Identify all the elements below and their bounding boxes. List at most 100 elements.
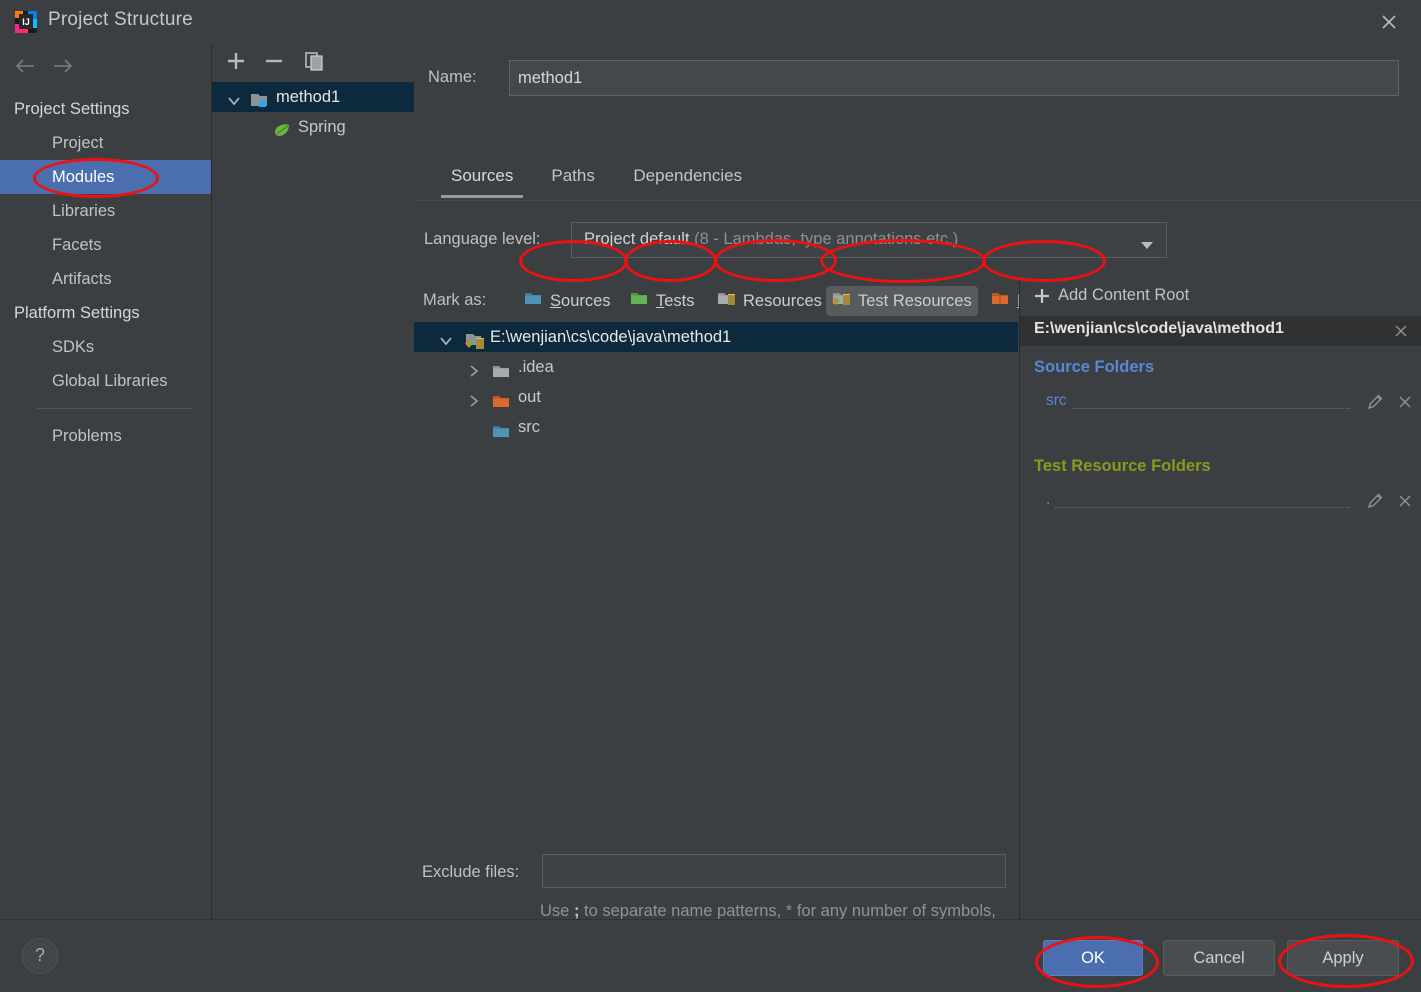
ok-button[interactable]: OK xyxy=(1043,940,1143,976)
tab-dependencies[interactable]: Dependencies xyxy=(631,162,744,198)
sidebar-item-libraries[interactable]: Libraries xyxy=(0,194,211,228)
content-root-folder-entry[interactable]: src xyxy=(1020,390,1421,416)
module-tree-item-label: Spring xyxy=(298,118,346,136)
module-name-row: Name: xyxy=(414,60,1421,100)
sidebar-item-problems[interactable]: Problems xyxy=(0,419,211,453)
add-content-root-button[interactable]: Add Content Root xyxy=(1020,278,1421,316)
tab-paths[interactable]: Paths xyxy=(549,162,596,198)
svg-text:IJ: IJ xyxy=(22,17,30,27)
sidebar-item-artifacts[interactable]: Artifacts xyxy=(0,262,211,296)
plus-icon xyxy=(1034,287,1050,310)
content-root-folder-name: . xyxy=(1046,491,1051,508)
mark-as-tests-button[interactable]: Tests xyxy=(624,286,701,316)
language-level-value-wrap: Project default (8 - Lambdas, type annot… xyxy=(584,230,958,249)
add-content-root-text: Add Content Root xyxy=(1058,286,1190,304)
language-level-select[interactable]: Project default (8 - Lambdas, type annot… xyxy=(571,222,1167,258)
settings-sidebar: Project Settings Project Modules Libraries F… xyxy=(0,44,212,919)
folder-excluded-icon xyxy=(991,290,1011,312)
close-icon[interactable] xyxy=(1396,393,1414,416)
sidebar-item-modules[interactable]: Modules xyxy=(0,160,211,194)
module-name-label: Name: xyxy=(428,68,477,86)
dotted-leader xyxy=(1055,506,1350,508)
pencil-icon[interactable] xyxy=(1366,492,1384,515)
file-tree-row[interactable]: src xyxy=(414,412,1018,442)
content-root-folder-name: src xyxy=(1046,392,1067,409)
close-icon[interactable] xyxy=(1396,492,1414,515)
help-button[interactable]: ? xyxy=(22,938,58,974)
sidebar-item-sdks[interactable]: SDKs xyxy=(0,330,211,364)
file-tree-row-label: src xyxy=(518,418,540,436)
module-tree-item[interactable]: method1 xyxy=(212,82,414,112)
tab-sources[interactable]: Sources xyxy=(440,162,524,198)
module-toolbar xyxy=(212,44,414,78)
apply-button[interactable]: Apply xyxy=(1287,940,1399,976)
sidebar-item-platform-settings: Platform Settings xyxy=(14,304,140,322)
chevron-down-icon xyxy=(1140,237,1154,255)
module-folder-icon xyxy=(250,89,268,107)
mark-as-test-resources-button[interactable]: Test Resources xyxy=(826,286,978,316)
exclude-files-input[interactable] xyxy=(542,854,1006,888)
language-level-row: Language level: Project default (8 - Lam… xyxy=(414,222,1421,260)
language-level-value: Project default xyxy=(584,230,690,248)
module-tree-item[interactable]: Spring xyxy=(212,112,414,142)
chevron-right-icon[interactable] xyxy=(466,389,482,407)
dialog-title-bar: IJ Project Structure xyxy=(0,0,1421,45)
sidebar-item-project[interactable]: Project xyxy=(0,126,211,160)
cancel-button[interactable]: Cancel xyxy=(1163,940,1275,976)
plus-icon[interactable] xyxy=(222,48,250,74)
file-tree-row-label: E:\wenjian\cs\code\java\method1 xyxy=(490,328,732,346)
exclude-files-label: Exclude files: xyxy=(422,863,520,881)
file-tree-row[interactable]: out xyxy=(414,382,1018,412)
folder-resources-icon xyxy=(717,290,737,312)
module-tab-bar: Sources Paths Dependencies xyxy=(414,154,1421,202)
file-tree-row[interactable]: .idea xyxy=(414,352,1018,382)
sidebar-nav-arrows xyxy=(0,44,211,88)
content-root-path: E:\wenjian\cs\code\java\method1 xyxy=(1034,320,1284,337)
content-roots-panel: Add Content Root E:\wenjian\cs\code\java… xyxy=(1019,278,1421,919)
chevron-right-icon[interactable] xyxy=(466,359,482,377)
project-structure-dialog: IJ Project Structure Project Settings Pro… xyxy=(0,0,1421,992)
file-tree-row-label: out xyxy=(518,388,541,406)
folder-gray-icon xyxy=(492,360,512,377)
chevron-down-icon[interactable] xyxy=(226,89,242,106)
copy-icon[interactable] xyxy=(300,48,328,74)
arrow-right-icon[interactable] xyxy=(50,54,76,78)
intellij-idea-logo-icon: IJ xyxy=(14,10,38,34)
content-file-tree: E:\wenjian\cs\code\java\method1 .idea out s… xyxy=(414,322,1018,862)
dotted-leader xyxy=(1073,407,1350,409)
folder-tests-icon xyxy=(630,290,650,312)
content-root-folder-entry[interactable]: . xyxy=(1020,489,1421,515)
close-icon[interactable] xyxy=(1375,8,1403,36)
mark-as-resources-button[interactable]: Resources xyxy=(711,286,828,316)
add-content-root-label: Add Content Root xyxy=(1058,286,1189,305)
sidebar-item-global-libraries[interactable]: Global Libraries xyxy=(0,364,211,398)
pencil-icon[interactable] xyxy=(1366,393,1384,416)
mark-as-label-0: Sources xyxy=(550,291,611,310)
tab-divider xyxy=(414,200,1421,201)
mark-as-label-3: Test Resources xyxy=(858,291,972,310)
sidebar-item-list: Project Settings Project Modules Libraries F… xyxy=(0,92,211,453)
folder-test-resources-icon xyxy=(832,290,852,312)
mark-as-sources-button[interactable]: Sources xyxy=(518,286,617,316)
module-tree: method1 Spring xyxy=(212,82,414,142)
hint-middle: to separate name patterns, * for any num… xyxy=(579,902,996,920)
language-level-detail: (8 - Lambdas, type annotations etc.) xyxy=(694,230,959,248)
module-list-panel: method1 Spring xyxy=(212,44,415,919)
mark-as-label: Mark as: xyxy=(423,291,487,309)
folder-orange-icon xyxy=(492,390,512,407)
minus-icon[interactable] xyxy=(260,48,288,74)
chevron-down-icon[interactable] xyxy=(438,329,454,346)
content-root-section-title: Source Folders xyxy=(1034,358,1155,376)
close-icon[interactable] xyxy=(1392,322,1410,345)
hint-prefix: Use xyxy=(540,902,574,920)
file-tree-row[interactable]: E:\wenjian\cs\code\java\method1 xyxy=(414,322,1018,352)
content-root-row[interactable]: E:\wenjian\cs\code\java\method1 xyxy=(1020,316,1421,346)
twisty-empty xyxy=(466,419,482,435)
arrow-left-icon[interactable] xyxy=(12,54,38,78)
sidebar-divider xyxy=(36,408,193,409)
dialog-title: Project Structure xyxy=(48,9,193,30)
module-name-input[interactable] xyxy=(509,60,1399,96)
sidebar-item-facets[interactable]: Facets xyxy=(0,228,211,262)
sidebar-item-project-settings: Project Settings xyxy=(14,100,130,118)
module-tree-item-label: method1 xyxy=(276,88,341,106)
